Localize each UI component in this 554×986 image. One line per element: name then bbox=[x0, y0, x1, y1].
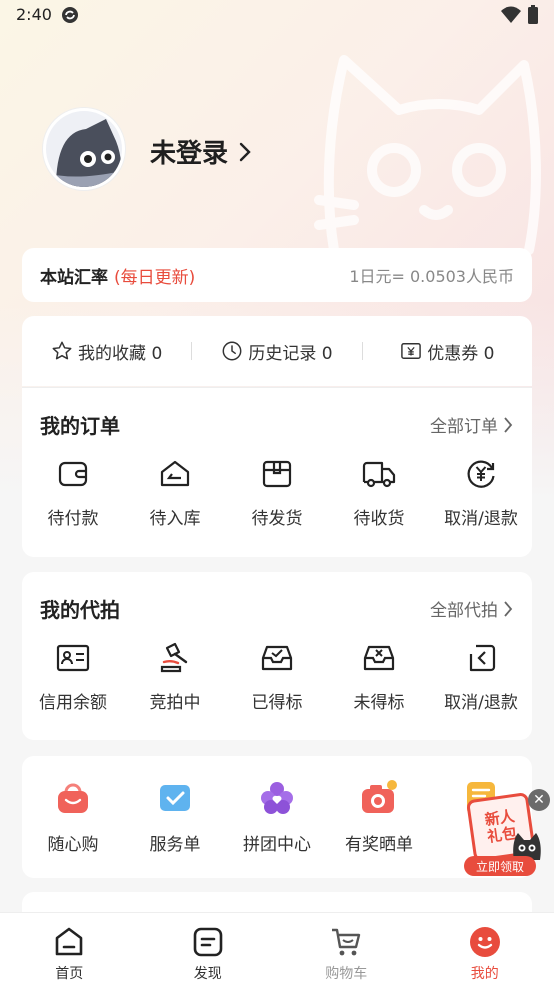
home-icon bbox=[55, 927, 83, 956]
refund-yen-icon bbox=[467, 460, 495, 488]
quick-links: 我的收藏 0 历史记录 0 优惠券 0 bbox=[22, 316, 532, 386]
bid-refund-label: 取消/退款 bbox=[444, 693, 518, 713]
rate-note: (每日更新) bbox=[114, 267, 196, 288]
favorites-link[interactable]: 我的收藏 0 bbox=[22, 339, 191, 364]
nav-discover[interactable]: 发现 bbox=[139, 913, 278, 986]
login-text: 未登录 bbox=[150, 139, 229, 169]
exchange-rate-card: 本站汇率 (每日更新) 1日元= 0.0503人民币 bbox=[22, 248, 532, 302]
bid-lost-label: 未得标 bbox=[353, 693, 405, 713]
services-card: 随心购 服务单 拼团中心 有奖晒单 bbox=[22, 756, 532, 878]
services-icon-row: 随心购 服务单 拼团中心 有奖晒单 bbox=[22, 780, 532, 855]
nav-cart-label: 购物车 bbox=[325, 966, 368, 982]
bid-in-progress[interactable]: 竞拍中 bbox=[124, 642, 226, 713]
coupons-label: 优惠券 0 bbox=[427, 343, 495, 364]
bids-title: 我的代拍 bbox=[40, 598, 120, 622]
all-orders-label: 全部订单 bbox=[430, 417, 498, 437]
bids-icon-row: 信用余额 竞拍中 已得标 未得标 取消/退款 bbox=[22, 642, 532, 713]
service-reward-share-label: 有奖晒单 bbox=[345, 835, 413, 855]
history-label: 历史记录 0 bbox=[248, 343, 333, 364]
order-pending-warehouse-label: 待入库 bbox=[149, 509, 201, 529]
service-orders[interactable]: 服务单 bbox=[124, 780, 226, 855]
service-orders-label: 服务单 bbox=[149, 835, 201, 855]
order-refund-label: 取消/退款 bbox=[444, 509, 518, 529]
bottom-nav: 首页 发现 购物车 我的 bbox=[0, 912, 554, 986]
all-orders-link[interactable]: 全部订单 bbox=[430, 412, 514, 437]
bid-credit-balance[interactable]: 信用余额 bbox=[22, 642, 124, 713]
profile-smile-icon bbox=[469, 927, 500, 957]
chevron-right-icon bbox=[239, 142, 251, 161]
order-pending-payment[interactable]: 待付款 bbox=[22, 458, 124, 529]
order-pending-shipment[interactable]: 待发货 bbox=[226, 458, 328, 529]
orders-header: 我的订单 全部订单 bbox=[40, 410, 514, 439]
nav-profile-label: 我的 bbox=[470, 966, 499, 982]
cart-icon bbox=[332, 928, 361, 956]
history-link[interactable]: 历史记录 0 bbox=[192, 339, 361, 364]
rate-label: 本站汇率 bbox=[40, 267, 108, 288]
login-entry[interactable]: 未登录 bbox=[150, 133, 252, 170]
battery-icon bbox=[528, 5, 538, 24]
order-pending-shipment-label: 待发货 bbox=[251, 509, 303, 529]
order-pending-receipt-label: 待收货 bbox=[353, 509, 405, 529]
coupons-link[interactable]: 优惠券 0 bbox=[363, 339, 532, 364]
all-bids-label: 全部代拍 bbox=[430, 601, 498, 621]
bids-card: 我的代拍 全部代拍 信用余额 竞拍中 已得标 未得标 取消/退款 bbox=[22, 572, 532, 740]
service-free-buy[interactable]: 随心购 bbox=[22, 780, 124, 855]
bid-lost[interactable]: 未得标 bbox=[328, 642, 430, 713]
orders-title: 我的订单 bbox=[40, 414, 120, 438]
wallet-icon bbox=[58, 461, 88, 487]
clock-icon bbox=[222, 341, 242, 361]
avatar[interactable] bbox=[43, 108, 125, 190]
group-buy-icon bbox=[261, 782, 293, 814]
cat-watermark-icon bbox=[314, 55, 541, 255]
order-pending-receipt[interactable]: 待收货 bbox=[328, 458, 430, 529]
wifi-icon bbox=[501, 6, 521, 23]
discover-icon bbox=[193, 927, 223, 957]
nav-home-label: 首页 bbox=[55, 966, 84, 982]
rate-value: 1日元= 0.0503人民币 bbox=[349, 267, 514, 286]
coupon-icon bbox=[401, 343, 422, 359]
camera-reward-icon bbox=[362, 780, 397, 813]
bid-won-label: 已得标 bbox=[251, 693, 303, 713]
service-group-buy-label: 拼团中心 bbox=[243, 835, 311, 855]
checklist-icon bbox=[160, 785, 190, 811]
service-reward-share[interactable]: 有奖晒单 bbox=[328, 780, 430, 855]
bid-in-progress-label: 竞拍中 bbox=[149, 693, 201, 713]
order-refund[interactable]: 取消/退款 bbox=[430, 458, 532, 529]
bid-refund[interactable]: 取消/退款 bbox=[430, 642, 532, 713]
warehouse-icon bbox=[160, 460, 190, 487]
chevron-right-icon bbox=[504, 416, 513, 433]
service-free-buy-label: 随心购 bbox=[47, 835, 99, 855]
id-card-icon bbox=[56, 644, 90, 672]
avatar-cat-icon bbox=[46, 111, 122, 187]
claim-gift-button[interactable]: 立即领取 bbox=[464, 856, 536, 876]
gavel-icon bbox=[160, 642, 188, 673]
status-bar: 2:40 bbox=[0, 0, 554, 30]
bid-won[interactable]: 已得标 bbox=[226, 642, 328, 713]
status-time: 2:40 bbox=[16, 5, 52, 24]
order-pending-payment-label: 待付款 bbox=[47, 509, 99, 529]
package-icon bbox=[262, 460, 292, 488]
shopping-bag-icon bbox=[58, 783, 88, 813]
return-icon bbox=[469, 644, 496, 672]
orders-card: 我的订单 全部订单 待付款 待入库 待发货 待收货 取消/退款 bbox=[22, 387, 532, 557]
bid-credit-balance-label: 信用余额 bbox=[39, 693, 107, 713]
bids-header: 我的代拍 全部代拍 bbox=[40, 594, 514, 623]
favorites-label: 我的收藏 0 bbox=[78, 343, 163, 364]
order-pending-warehouse[interactable]: 待入库 bbox=[124, 458, 226, 529]
close-icon[interactable]: ✕ bbox=[528, 789, 550, 811]
star-icon bbox=[52, 341, 72, 360]
all-bids-link[interactable]: 全部代拍 bbox=[430, 596, 514, 621]
chevron-right-icon bbox=[504, 600, 513, 617]
tray-check-icon bbox=[261, 645, 293, 671]
tray-x-icon bbox=[363, 645, 395, 671]
sync-icon bbox=[62, 7, 78, 23]
orders-icon-row: 待付款 待入库 待发货 待收货 取消/退款 bbox=[22, 458, 532, 529]
nav-profile[interactable]: 我的 bbox=[416, 913, 554, 986]
truck-icon bbox=[362, 461, 396, 488]
nav-discover-label: 发现 bbox=[193, 966, 222, 982]
service-group-buy[interactable]: 拼团中心 bbox=[226, 780, 328, 855]
nav-home[interactable]: 首页 bbox=[0, 913, 139, 986]
nav-cart[interactable]: 购物车 bbox=[277, 913, 416, 986]
